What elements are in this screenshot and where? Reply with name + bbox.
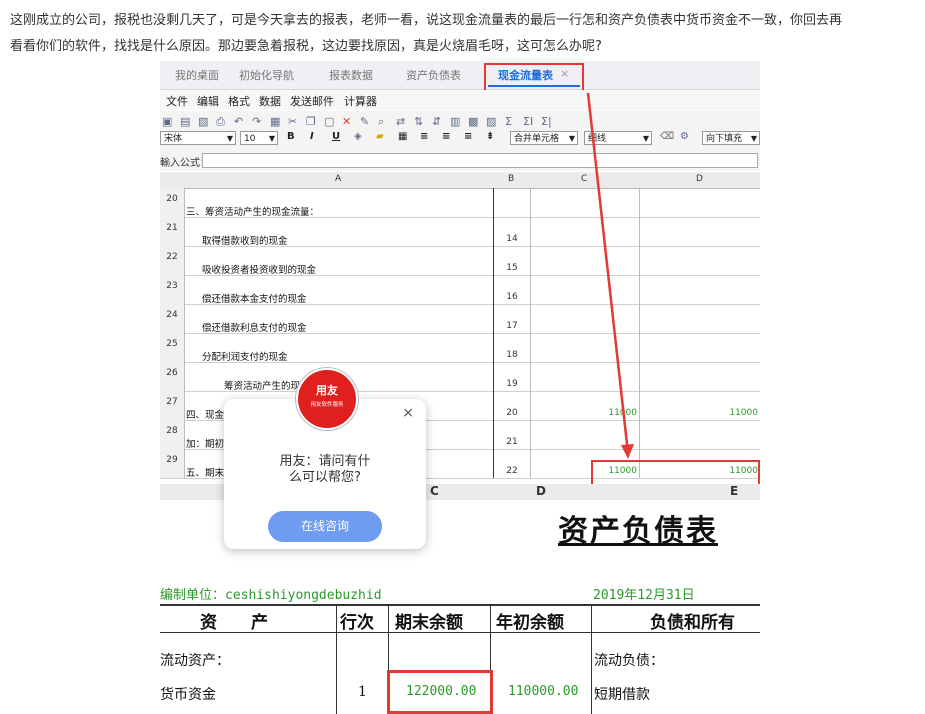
header-line-no: 行次 [340, 613, 374, 633]
grid-line [160, 604, 760, 606]
column-c-header[interactable]: C [430, 484, 439, 498]
header-begin-balance: 年初余额 [496, 613, 564, 633]
item-cash[interactable]: 货币资金 [160, 684, 216, 704]
section-current-assets[interactable]: 流动资产： [160, 650, 230, 670]
chat-message-line-1: 用友：请问有什 [279, 454, 371, 469]
logo-subtext: 用友软件服务 [310, 402, 344, 408]
column-e-header[interactable]: E [730, 484, 738, 498]
grid-line [591, 604, 592, 714]
section-current-liabilities[interactable]: 流动负债： [594, 650, 664, 670]
logo-text: 用友 [316, 384, 338, 397]
yonyou-logo: 用友 用友软件服务 [296, 368, 358, 430]
item-line-no[interactable]: 1 [358, 684, 367, 700]
header-assets: 资 产 [200, 613, 268, 633]
chat-message-line-2: 么可以帮您? [289, 470, 361, 485]
header-end-balance: 期末余额 [395, 613, 463, 633]
software-screenshot: 我的桌面 初始化导航 报表数据 资产负债表 现金流量表 × 文件 编辑 格式 数… [160, 61, 760, 714]
grid-line [336, 604, 337, 714]
report-date: 2019年12月31日 [593, 588, 695, 603]
header-liabilities: 负债和所有 [650, 613, 735, 633]
item-short-term-loan[interactable]: 短期借款 [594, 684, 650, 704]
item-begin-balance[interactable]: 110000.00 [508, 684, 578, 699]
close-icon[interactable]: × [402, 405, 414, 421]
column-d-header[interactable]: D [536, 484, 546, 498]
reporting-unit: 编制单位：ceshishiyongdebuzhid [160, 588, 382, 603]
highlight-box-cash-balance [387, 670, 493, 714]
question-text: 这刚成立的公司，报税也没剩几天了，可是今天拿去的报表，老师一看，说这现金流量表的… [10, 8, 915, 60]
question-line-1: 这刚成立的公司，报税也没剩几天了，可是今天拿去的报表，老师一看，说这现金流量表的… [10, 13, 843, 28]
chat-message: 用友：请问有什 么可以帮您? [224, 454, 426, 486]
online-consult-button[interactable]: 在线咨询 [268, 511, 382, 542]
question-line-2: 看看你们的软件，找找是什么原因。那边要急着报税，这边要找原因，真是火烧眉毛呀，这… [10, 39, 602, 54]
balance-sheet-title: 资产负债表 [558, 514, 718, 549]
